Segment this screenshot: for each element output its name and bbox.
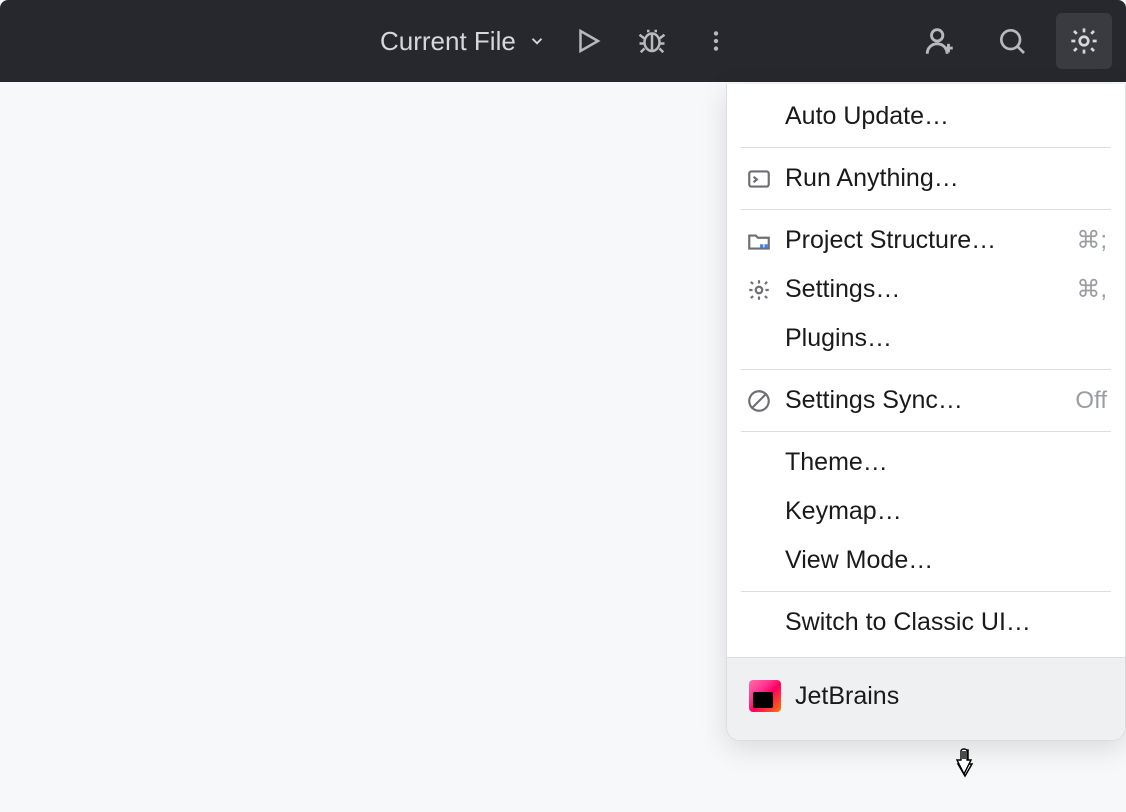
menu-label: Settings… <box>785 275 1064 304</box>
more-vertical-icon <box>703 28 729 54</box>
code-with-me-button[interactable] <box>912 13 968 69</box>
settings-gear-button[interactable] <box>1056 13 1112 69</box>
menu-shortcut: ⌘; <box>1076 226 1107 255</box>
menu-label: Switch to Classic UI… <box>785 608 1107 637</box>
menu-separator <box>741 369 1111 370</box>
menu-label: Auto Update… <box>785 102 1107 131</box>
menu-item-view-mode[interactable]: View Mode… <box>727 536 1125 585</box>
cursor-pointer-icon <box>952 748 980 782</box>
menu-item-settings-sync[interactable]: Settings Sync… Off <box>727 376 1125 425</box>
gear-small-icon <box>745 276 773 304</box>
menu-separator <box>741 431 1111 432</box>
menu-item-theme[interactable]: Theme… <box>727 438 1125 487</box>
bug-icon <box>637 26 667 56</box>
menu-item-auto-update[interactable]: Auto Update… <box>727 92 1125 141</box>
terminal-icon <box>745 165 773 193</box>
menu-label: Project Structure… <box>785 226 1064 255</box>
run-config-selector[interactable]: Current File <box>370 20 556 63</box>
menu-label: Plugins… <box>785 324 1107 353</box>
menu-item-run-anything[interactable]: Run Anything… <box>727 154 1125 203</box>
jetbrains-logo-icon <box>749 680 781 712</box>
menu-separator <box>741 591 1111 592</box>
menu-shortcut: ⌘, <box>1076 275 1107 304</box>
menu-item-settings[interactable]: Settings… ⌘, <box>727 265 1125 314</box>
top-toolbar: Current File <box>0 0 1126 82</box>
search-icon <box>996 25 1028 57</box>
menu-item-keymap[interactable]: Keymap… <box>727 487 1125 536</box>
more-actions-button[interactable] <box>688 13 744 69</box>
menu-label: JetBrains <box>795 682 899 711</box>
menu-label: Theme… <box>785 448 1107 477</box>
menu-label: Keymap… <box>785 497 1107 526</box>
gear-icon <box>1068 25 1100 57</box>
chevron-down-icon <box>528 32 546 50</box>
debug-button[interactable] <box>624 13 680 69</box>
menu-item-jetbrains[interactable]: JetBrains <box>727 658 1125 740</box>
search-everywhere-button[interactable] <box>984 13 1040 69</box>
menu-label: Settings Sync… <box>785 386 1055 415</box>
menu-item-plugins[interactable]: Plugins… <box>727 314 1125 363</box>
folder-structure-icon <box>745 227 773 255</box>
menu-state: Off <box>1075 387 1107 415</box>
menu-separator <box>741 209 1111 210</box>
disabled-icon <box>745 387 773 415</box>
menu-label: View Mode… <box>785 546 1107 575</box>
menu-label: Run Anything… <box>785 164 1107 193</box>
run-button[interactable] <box>560 13 616 69</box>
menu-item-switch-classic-ui[interactable]: Switch to Classic UI… <box>727 598 1125 647</box>
settings-menu: Auto Update… Run Anything… Project Struc… <box>726 84 1126 741</box>
run-config-label: Current File <box>380 26 516 57</box>
user-plus-icon <box>923 24 957 58</box>
play-icon <box>573 26 603 56</box>
menu-separator <box>741 147 1111 148</box>
menu-item-project-structure[interactable]: Project Structure… ⌘; <box>727 216 1125 265</box>
